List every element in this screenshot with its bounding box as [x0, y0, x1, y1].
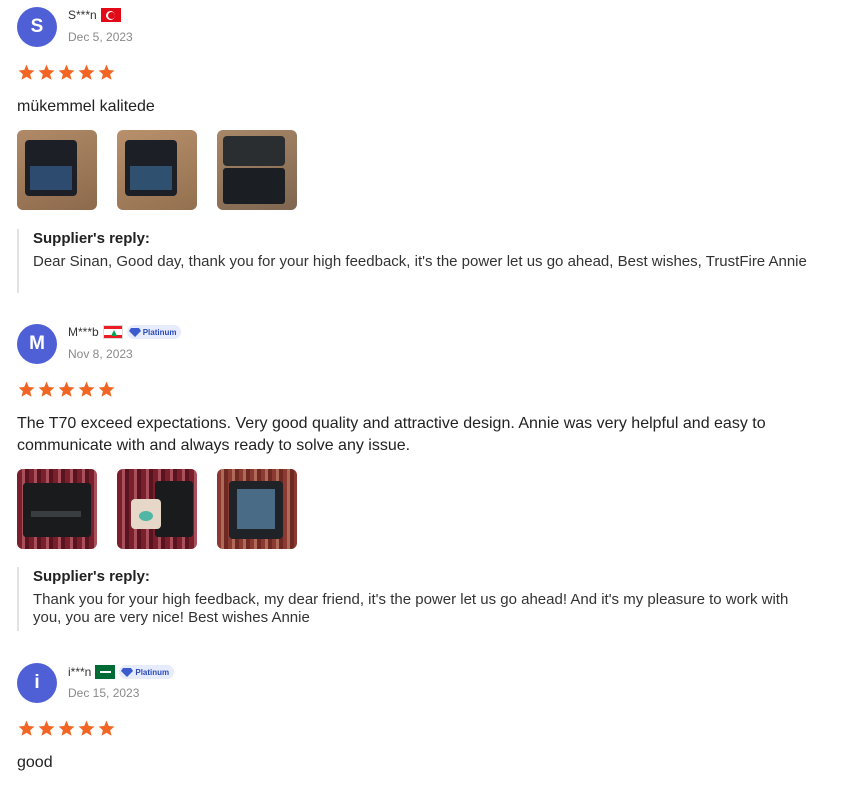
review-item: S S***n Dec 5, 2023 mükemmel kalitede Su… — [0, 0, 846, 300]
avatar: M — [17, 324, 57, 364]
supplier-reply: Supplier's reply: Dear Sinan, Good day, … — [17, 229, 817, 293]
badge-label: Platinum — [135, 667, 170, 677]
review-photo-thumbnail[interactable] — [117, 130, 197, 210]
star-icon — [98, 64, 115, 80]
reviewer-info: M***b Platinum — [68, 325, 182, 339]
review-text: mükemmel kalitede — [17, 98, 155, 115]
star-rating — [17, 380, 116, 399]
star-icon — [38, 64, 55, 80]
reply-text: Dear Sinan, Good day, thank you for your… — [33, 253, 807, 270]
star-icon — [78, 64, 95, 80]
review-photo-thumbnail[interactable] — [17, 130, 97, 210]
review-text: good — [17, 754, 53, 771]
review-date: Dec 15, 2023 — [68, 686, 140, 700]
review-photo-thumbnail[interactable] — [217, 469, 297, 549]
star-rating — [17, 63, 116, 82]
review-text: The T70 exceed expectations. Very good q… — [17, 415, 766, 454]
reply-title: Supplier's reply: — [33, 230, 150, 247]
review-photo-thumbnail[interactable] — [217, 130, 297, 210]
saudi-arabia-flag-icon — [95, 665, 116, 679]
star-icon — [78, 381, 95, 397]
reviewer-name: S***n — [68, 8, 97, 22]
star-icon — [18, 64, 35, 80]
star-icon — [78, 720, 95, 736]
diamond-icon — [121, 668, 134, 677]
star-icon — [98, 381, 115, 397]
supplier-reply: Supplier's reply: Thank you for your hig… — [17, 567, 817, 631]
membership-badge: Platinum — [119, 665, 175, 679]
diamond-icon — [128, 328, 141, 337]
reviewer-info: i***n Platinum — [68, 665, 175, 679]
reviewer-name: i***n — [68, 665, 92, 679]
reply-title: Supplier's reply: — [33, 568, 150, 585]
review-date: Nov 8, 2023 — [68, 347, 133, 361]
review-photos — [17, 469, 297, 549]
avatar: S — [17, 7, 57, 47]
star-icon — [58, 720, 75, 736]
turkey-flag-icon — [100, 8, 121, 22]
review-photo-thumbnail[interactable] — [117, 469, 197, 549]
reviewer-name: M***b — [68, 325, 99, 339]
membership-badge: Platinum — [126, 325, 182, 339]
star-icon — [38, 720, 55, 736]
badge-label: Platinum — [142, 327, 177, 337]
review-photo-thumbnail[interactable] — [17, 469, 97, 549]
review-date: Dec 5, 2023 — [68, 30, 133, 44]
star-icon — [18, 381, 35, 397]
avatar: i — [17, 663, 57, 703]
star-icon — [18, 720, 35, 736]
star-icon — [38, 381, 55, 397]
lebanon-flag-icon — [102, 325, 123, 339]
star-icon — [58, 381, 75, 397]
star-icon — [58, 64, 75, 80]
reviewer-info: S***n — [68, 8, 121, 22]
reply-text: Thank you for your high feedback, my dea… — [33, 591, 789, 626]
star-rating — [17, 719, 116, 738]
review-photos — [17, 130, 297, 210]
star-icon — [98, 720, 115, 736]
